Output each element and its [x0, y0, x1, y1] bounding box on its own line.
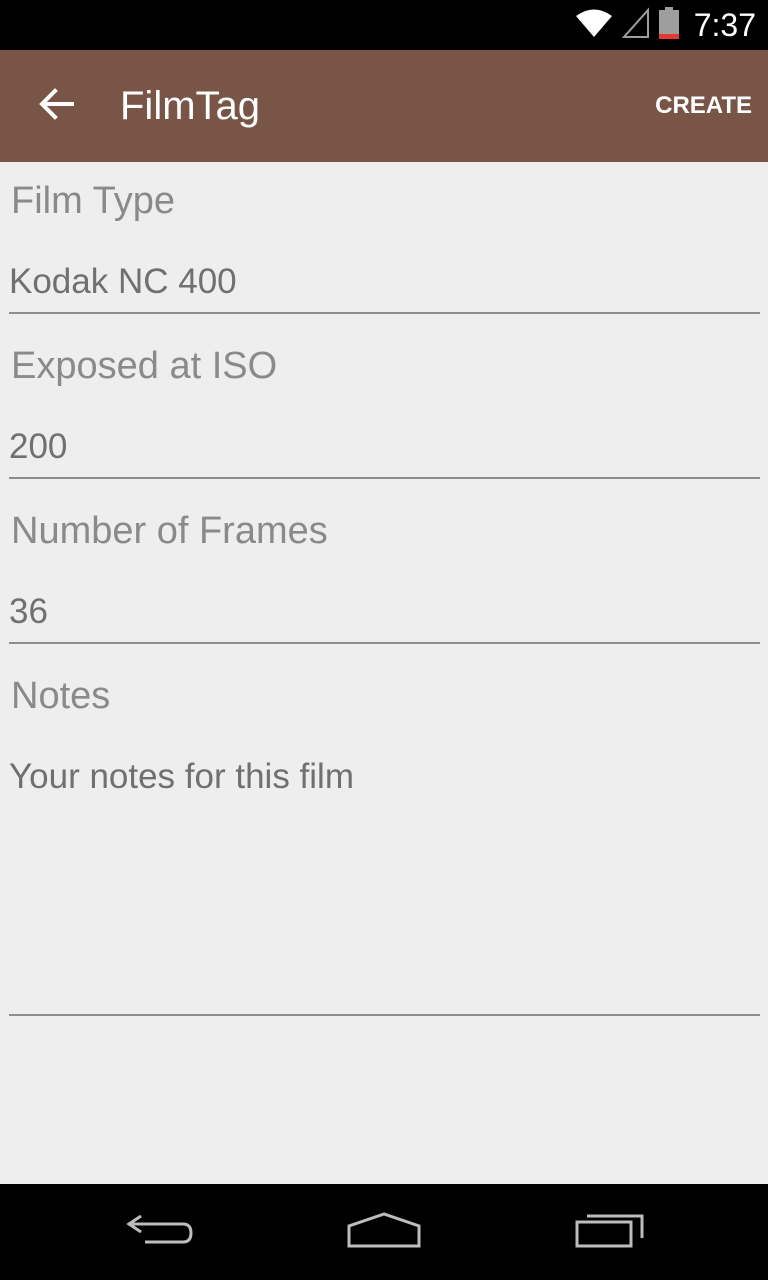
signal-icon: [621, 6, 650, 44]
notes-label: Notes: [11, 675, 111, 717]
iso-field[interactable]: 200: [9, 427, 760, 479]
film-type-label: Film Type: [11, 180, 176, 222]
app-bar: FilmTag CREATE: [0, 50, 768, 162]
arrow-back-icon: [38, 87, 74, 125]
frames-field[interactable]: 36: [9, 592, 760, 644]
nav-recents-button[interactable]: [560, 1202, 660, 1262]
wifi-icon: [574, 7, 614, 44]
battery-icon: [658, 6, 680, 45]
film-type-field[interactable]: Kodak NC 400: [9, 262, 760, 314]
nav-home-button[interactable]: [334, 1202, 434, 1262]
status-bar: 7:37: [0, 0, 768, 50]
status-time: 7:37: [693, 6, 756, 43]
nav-back-button[interactable]: [110, 1202, 210, 1262]
frames-label: Number of Frames: [11, 510, 328, 552]
navigation-bar: [0, 1184, 768, 1280]
home-nav-icon: [346, 1210, 422, 1255]
status-icons: 7:37: [574, 0, 756, 50]
recents-nav-icon: [574, 1210, 646, 1255]
app-title: FilmTag: [120, 84, 261, 128]
iso-label: Exposed at ISO: [11, 345, 278, 387]
create-button[interactable]: CREATE: [643, 50, 752, 162]
film-form: Film Type Kodak NC 400 Exposed at ISO 20…: [0, 162, 768, 1184]
notes-field[interactable]: Your notes for this film: [9, 757, 760, 1016]
back-button[interactable]: [24, 78, 88, 134]
back-nav-icon: [125, 1210, 195, 1255]
